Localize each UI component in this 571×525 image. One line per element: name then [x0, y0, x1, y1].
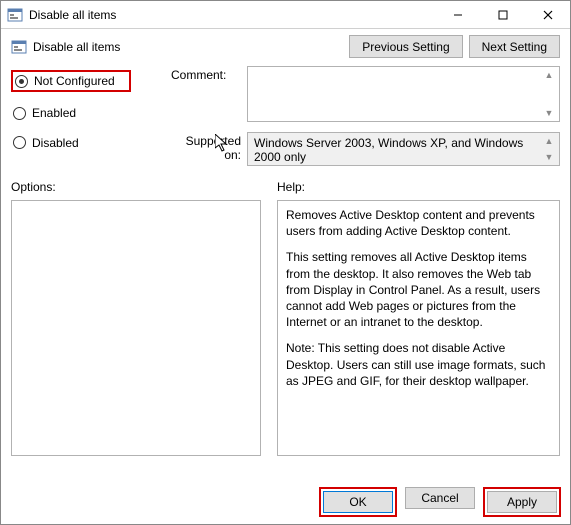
policy-icon — [11, 39, 27, 55]
state-radio-group: Not Configured Enabled Disabled — [11, 66, 161, 166]
help-paragraph: This setting removes all Active Desktop … — [286, 249, 551, 330]
chevron-down-icon[interactable]: ▼ — [541, 107, 557, 119]
radio-enabled-label: Enabled — [32, 106, 76, 120]
supported-on-value: Windows Server 2003, Windows XP, and Win… — [254, 136, 523, 164]
close-button[interactable] — [525, 1, 570, 29]
cancel-button[interactable]: Cancel — [405, 487, 475, 509]
window-title: Disable all items — [29, 8, 116, 22]
help-paragraph: Removes Active Desktop content and preve… — [286, 207, 551, 239]
supported-on-box: Windows Server 2003, Windows XP, and Win… — [247, 132, 560, 166]
radio-not-configured-label: Not Configured — [34, 74, 115, 88]
help-paragraph: Note: This setting does not disable Acti… — [286, 340, 551, 389]
title-bar: Disable all items — [1, 1, 570, 29]
policy-icon — [7, 7, 23, 23]
radio-not-configured[interactable] — [15, 75, 28, 88]
dialog-footer: OK Cancel Apply — [319, 487, 561, 517]
supported-label: Supported on: — [171, 132, 247, 162]
help-panel: Removes Active Desktop content and preve… — [277, 200, 560, 456]
next-setting-button[interactable]: Next Setting — [469, 35, 560, 58]
comment-label: Comment: — [171, 66, 247, 82]
maximize-button[interactable] — [480, 1, 525, 29]
minimize-button[interactable] — [435, 1, 480, 29]
chevron-down-icon[interactable]: ▼ — [541, 151, 557, 163]
apply-button[interactable]: Apply — [487, 491, 557, 513]
radio-enabled[interactable] — [13, 107, 26, 120]
ok-button[interactable]: OK — [323, 491, 393, 513]
radio-disabled-label: Disabled — [32, 136, 79, 150]
options-heading: Options: — [11, 180, 261, 194]
header-row: Disable all items Previous Setting Next … — [1, 29, 570, 66]
previous-setting-button[interactable]: Previous Setting — [349, 35, 462, 58]
radio-disabled[interactable] — [13, 136, 26, 149]
chevron-up-icon[interactable]: ▲ — [541, 69, 557, 81]
header-title: Disable all items — [33, 40, 120, 54]
options-panel — [11, 200, 261, 456]
chevron-up-icon[interactable]: ▲ — [541, 135, 557, 147]
help-heading: Help: — [261, 180, 560, 194]
comment-input[interactable]: ▲ ▼ — [247, 66, 560, 122]
